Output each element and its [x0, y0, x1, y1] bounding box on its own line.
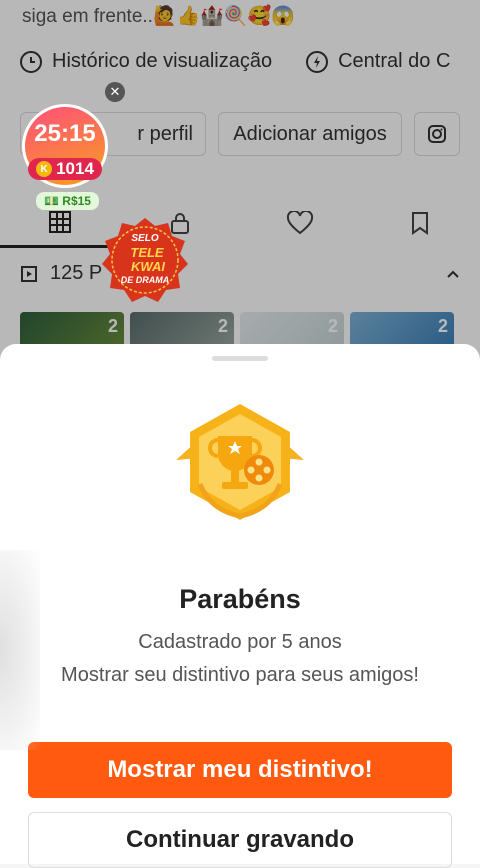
seal-line2: TELE	[130, 245, 164, 260]
seal-line1: SELO	[131, 233, 158, 244]
seal-line3: KWAI	[131, 259, 165, 274]
coin-counter: K 1014	[28, 158, 102, 180]
cash-icon: 💵	[44, 194, 59, 208]
show-badge-label: Mostrar meu distintivo!	[107, 756, 373, 783]
sheet-title: Parabéns	[179, 584, 301, 614]
money-badge: 💵 R$15	[36, 192, 99, 210]
timer-text: 25:15	[34, 120, 96, 147]
trophy-badge-icon	[176, 404, 304, 520]
decorative-blur	[0, 550, 40, 750]
achievement-sheet: Parabéns Cadastrado por 5 anos Mostrar s…	[0, 344, 480, 868]
continue-recording-label: Continuar gravando	[125, 826, 354, 853]
seal-line4: DE DRAMA	[121, 275, 170, 285]
sheet-handle[interactable]	[212, 356, 268, 361]
show-badge-button[interactable]: Mostrar meu distintivo!	[28, 742, 452, 798]
coin-icon: K	[36, 161, 53, 177]
close-icon[interactable]: ✕	[105, 82, 125, 102]
money-value: R$15	[62, 194, 91, 208]
reward-timer-widget[interactable]: 25:15 K 1014	[22, 104, 108, 188]
drama-seal-badge[interactable]: SELO TELE KWAI DE DRAMA	[100, 216, 190, 304]
coin-count: 1014	[56, 159, 94, 178]
sheet-subtitle: Cadastrado por 5 anos	[138, 631, 342, 653]
continue-recording-button[interactable]: Continuar gravando	[28, 812, 452, 868]
sheet-message: Mostrar seu distintivo para seus amigos!	[61, 664, 419, 686]
